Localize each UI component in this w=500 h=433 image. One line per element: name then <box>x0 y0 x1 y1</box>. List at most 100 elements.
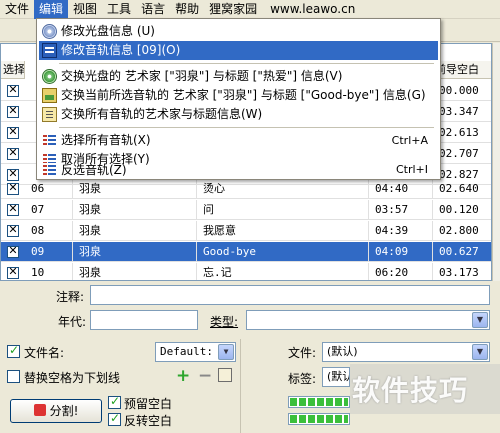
genre-select[interactable]: ▼ <box>246 310 490 330</box>
menu-item-swap-all-tracks[interactable]: 交换所有音轨的艺术家与标题信息(W) <box>39 105 438 124</box>
file-value: (默认) <box>327 345 358 358</box>
menu-item-label: 选择所有音轨(X) <box>61 133 151 147</box>
track-checkbox[interactable] <box>7 244 19 258</box>
year-label: 年代: <box>58 315 87 329</box>
gap-cell: 03.347 <box>433 102 491 122</box>
menu-leawo-home[interactable]: 狸窝家园 <box>204 0 262 19</box>
progress-fill-2 <box>290 415 348 423</box>
file-select[interactable]: (默认) ▼ <box>322 342 490 362</box>
edit-menu-dropdown: 修改光盘信息 (U) 修改音轨信息 [09](O) 交换光盘的 艺术家 ["羽泉… <box>36 18 441 180</box>
track-checkbox[interactable] <box>7 223 19 237</box>
comment-input[interactable] <box>90 285 490 305</box>
track-checkbox[interactable] <box>7 104 19 118</box>
menu-item-edit-disc-info[interactable]: 修改光盘信息 (U) <box>39 22 438 41</box>
track-checkbox[interactable] <box>7 202 19 216</box>
column-header-select[interactable]: 选择 <box>1 61 25 79</box>
menu-tools[interactable]: 工具 <box>102 0 136 19</box>
keep-gap-checkbox[interactable] <box>108 394 121 409</box>
tag-label: 标签: <box>288 372 317 386</box>
track-checkbox[interactable] <box>7 83 19 97</box>
time-cell: 06:20 <box>369 263 433 280</box>
notes-swap-icon <box>42 107 57 122</box>
gap-cell: 00.120 <box>433 200 491 220</box>
split-button[interactable]: 分割! <box>10 399 102 423</box>
add-icon[interactable]: + <box>176 366 190 386</box>
track-icon <box>42 43 57 58</box>
track-checkbox[interactable] <box>7 265 19 279</box>
menu-separator <box>59 63 434 64</box>
menu-item-select-all[interactable]: 选择所有音轨(X) Ctrl+A <box>39 131 438 150</box>
image-swap-icon <box>42 88 57 103</box>
time-cell: 04:40 <box>369 179 433 199</box>
filename-format-value: Default: <box>160 345 213 358</box>
progress-bar-1 <box>288 396 350 408</box>
artist-cell: 羽泉 <box>73 221 197 241</box>
artist-cell: 羽泉 <box>73 242 197 262</box>
table-row[interactable]: 06 羽泉 烫心 04:40 02.640 <box>1 179 491 199</box>
edit-pencil-icon[interactable] <box>218 368 232 382</box>
select-all-icon <box>42 133 57 148</box>
split-icon <box>33 404 46 416</box>
site-link[interactable]: www.leawo.cn <box>262 0 360 19</box>
menu-separator <box>59 127 434 128</box>
track-checkbox[interactable] <box>7 146 19 160</box>
gap-cell: 02.800 <box>433 221 491 241</box>
menu-bar: 文件 编辑 视图 工具 语言 帮助 狸窝家园 www.leawo.cn <box>0 0 500 19</box>
title-cell: 烫心 <box>197 179 369 199</box>
filename-format-select[interactable]: Default: ▼ <box>155 342 236 362</box>
table-row[interactable]: 10 羽泉 忘.记 06:20 03.173 <box>1 263 491 280</box>
title-cell: 我愿意 <box>197 221 369 241</box>
menu-item-label: 交换当前所选音轨的 艺术家 ["羽泉"] 与标题 ["Good-bye"] 信息… <box>61 88 426 102</box>
track-number-cell: 10 <box>25 263 73 280</box>
menu-item-invert-selection[interactable]: 反选音轨(Z) Ctrl+I <box>39 161 438 179</box>
menu-item-label: 修改音轨信息 [09](O) <box>61 43 181 57</box>
menu-help[interactable]: 帮助 <box>170 0 204 19</box>
chevron-down-icon[interactable]: ▼ <box>472 312 488 328</box>
filename-checkbox[interactable] <box>7 343 20 358</box>
chevron-down-icon[interactable]: ▼ <box>472 344 488 360</box>
gap-cell: 02.613 <box>433 123 491 143</box>
title-cell: 问 <box>197 200 369 220</box>
table-row-selected[interactable]: 09 羽泉 Good-bye 04:09 00.627 <box>1 242 491 262</box>
panel-divider <box>240 339 241 433</box>
track-checkbox[interactable] <box>7 181 19 195</box>
gap-cell: 03.173 <box>433 263 491 280</box>
track-number-cell: 09 <box>25 242 73 262</box>
split-button-label: 分割! <box>49 404 79 418</box>
menu-item-label: 反选音轨(Z) <box>61 163 127 177</box>
gap-cell: 00.627 <box>433 242 491 262</box>
chevron-down-icon[interactable]: ▼ <box>218 344 234 360</box>
gap-cell: 02.707 <box>433 144 491 164</box>
track-checkbox[interactable] <box>7 125 19 139</box>
vertical-scrollbar[interactable] <box>492 43 500 281</box>
table-row[interactable]: 07 羽泉 问 03:57 00.120 <box>1 200 491 220</box>
menu-file[interactable]: 文件 <box>0 0 34 19</box>
column-header-gap[interactable]: 前导空白 <box>433 61 491 79</box>
menu-item-swap-current-track[interactable]: 交换当前所选音轨的 艺术家 ["羽泉"] 与标题 ["Good-bye"] 信息… <box>39 86 438 105</box>
year-input[interactable] <box>90 310 198 330</box>
progress-fill-1 <box>290 398 348 406</box>
filename-label: 文件名: <box>24 346 65 360</box>
menu-view[interactable]: 视图 <box>68 0 102 19</box>
gap-cell: 00.000 <box>433 81 491 101</box>
menu-edit[interactable]: 编辑 <box>34 0 69 19</box>
tag-select[interactable]: (默认 <box>322 367 350 387</box>
menu-language[interactable]: 语言 <box>136 0 170 19</box>
reverse-gap-checkbox[interactable] <box>108 411 121 426</box>
time-cell: 04:39 <box>369 221 433 241</box>
artist-cell: 羽泉 <box>73 263 197 280</box>
menu-item-edit-track-info[interactable]: 修改音轨信息 [09](O) <box>39 41 438 60</box>
remove-icon[interactable]: − <box>198 366 212 386</box>
menu-item-swap-disc-artist-title[interactable]: 交换光盘的 艺术家 ["羽泉"] 与标题 ["热爱"] 信息(V) <box>39 67 438 86</box>
artist-cell: 羽泉 <box>73 200 197 220</box>
title-cell: 忘.记 <box>197 263 369 280</box>
time-cell: 04:09 <box>369 242 433 262</box>
watermark-text: 软件技巧 <box>352 374 469 407</box>
invert-selection-icon <box>42 163 57 178</box>
track-number-cell: 06 <box>25 179 73 199</box>
time-cell: 03:57 <box>369 200 433 220</box>
replace-space-checkbox[interactable] <box>7 370 20 383</box>
table-row[interactable]: 08 羽泉 我愿意 04:39 02.800 <box>1 221 491 241</box>
track-number-cell: 07 <box>25 200 73 220</box>
file-label: 文件: <box>288 346 317 360</box>
